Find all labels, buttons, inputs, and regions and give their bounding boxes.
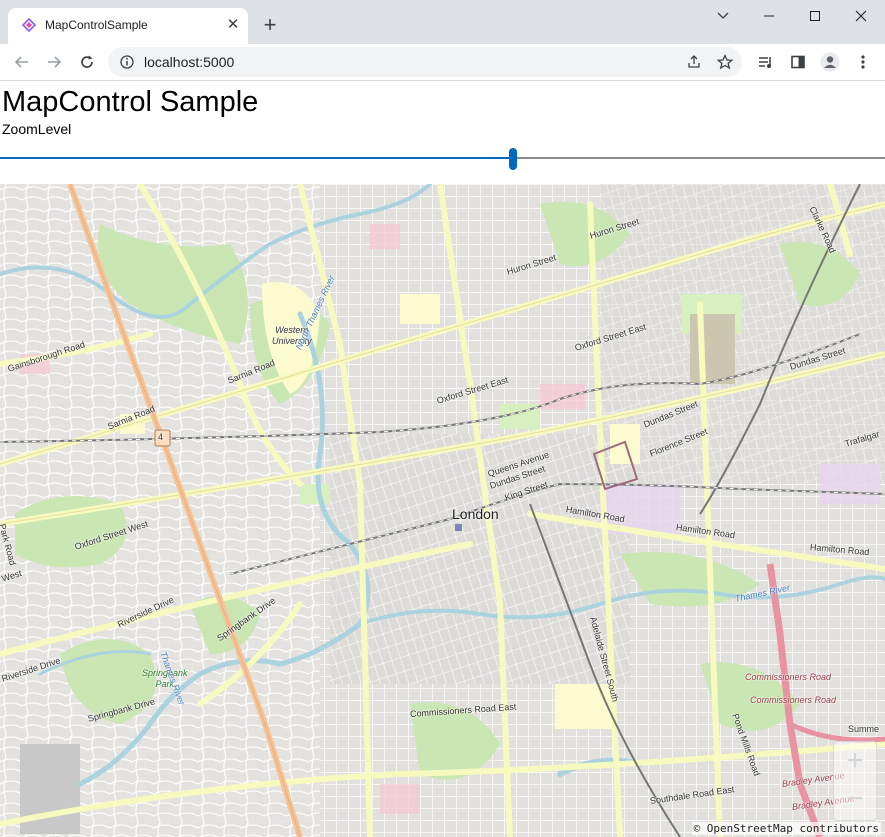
bookmark-star-icon[interactable] (717, 54, 733, 70)
media-queue-icon[interactable] (754, 50, 778, 74)
road-label: Commissioners Road (750, 695, 837, 705)
profile-avatar-icon[interactable] (818, 50, 842, 74)
map-zoom-control: + − (833, 741, 877, 821)
page-title: MapControl Sample (2, 86, 259, 118)
address-bar[interactable]: localhost:5000 (108, 47, 742, 77)
map-attribution: © OpenStreetMap contributors (691, 822, 881, 835)
site-info-icon[interactable] (120, 55, 134, 69)
forward-arrow-icon[interactable] (42, 50, 66, 74)
browser-toolbar: localhost:5000 (0, 44, 885, 81)
side-panel-icon[interactable] (786, 50, 810, 74)
maximize-icon[interactable] (792, 4, 838, 28)
minimize-icon[interactable] (746, 4, 792, 28)
reload-icon[interactable] (75, 50, 99, 74)
city-label: London (452, 506, 499, 522)
zoom-level-slider[interactable] (0, 148, 885, 170)
map-street-label: Summe (848, 724, 880, 734)
app-favicon-icon (22, 18, 36, 32)
road-label: Commissioners Road (745, 672, 832, 682)
map-control[interactable]: Huron Street Huron Street Clarke Road Ox… (0, 184, 885, 837)
zoom-level-label: ZoomLevel (2, 121, 72, 137)
tab-title: MapControlSample (45, 18, 148, 32)
zoom-in-button[interactable]: + (834, 742, 876, 780)
tab-close-icon[interactable]: ✕ (224, 16, 242, 34)
share-icon[interactable] (686, 54, 702, 70)
browser-tab-strip: MapControlSample ✕ + (0, 0, 885, 44)
zoom-out-button[interactable]: − (834, 780, 876, 818)
browser-tab[interactable]: MapControlSample ✕ (8, 8, 248, 44)
slider-thumb[interactable] (509, 148, 517, 170)
page-content: MapControl Sample ZoomLevel Huron Street… (0, 81, 885, 837)
close-window-icon[interactable] (838, 4, 884, 28)
new-tab-icon[interactable]: + (258, 14, 282, 38)
slider-fill (0, 157, 513, 159)
back-arrow-icon[interactable] (10, 50, 34, 74)
tab-search-icon[interactable] (700, 4, 746, 28)
url-text: localhost:5000 (144, 54, 235, 70)
map-tiles (0, 184, 885, 837)
more-menu-icon[interactable] (851, 50, 875, 74)
route-shield-number: 4 (158, 432, 164, 442)
